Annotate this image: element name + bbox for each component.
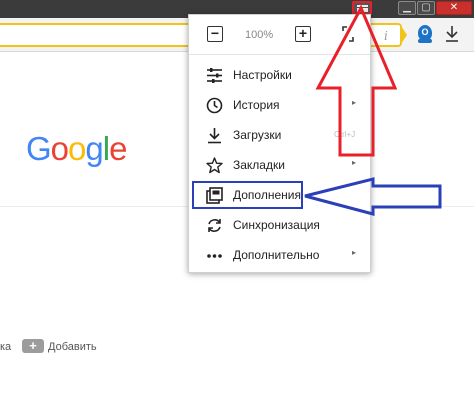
red-up-arrow [315, 4, 398, 157]
annotation-arrows [304, 4, 442, 216]
blue-left-arrow [304, 177, 442, 216]
